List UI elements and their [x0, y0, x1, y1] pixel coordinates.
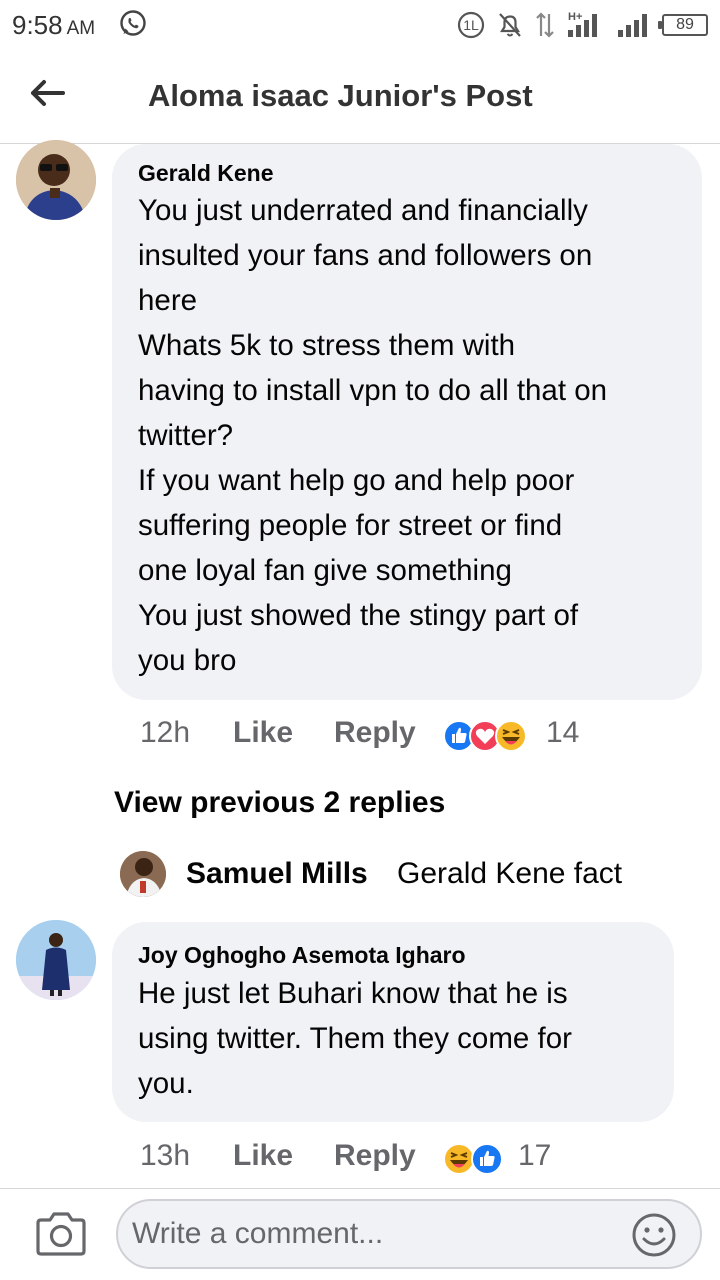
haha-reaction-icon [495, 720, 527, 752]
comment-text-line: insulted your fans and followers on [138, 239, 593, 272]
battery-indicator: 89 [658, 14, 708, 36]
data-arrows-icon [536, 12, 554, 38]
comment-text-line: You just showed the stingy part of [138, 599, 579, 632]
reaction-icons [443, 720, 527, 752]
avatar[interactable] [16, 140, 96, 220]
comment-text-line: He just let Buhari know that he is [138, 977, 568, 1010]
reply-author[interactable]: Samuel Mills [186, 857, 368, 891]
comment-text-line: If you want help go and help poor [138, 464, 575, 497]
comment-text-line: one loyal fan give something [138, 554, 512, 587]
reaction-count[interactable]: 17 [518, 1139, 551, 1173]
view-previous-replies[interactable]: View previous 2 replies [114, 786, 445, 820]
comment-text-line: here [138, 284, 198, 317]
mute-bell-icon [499, 13, 521, 37]
reply-avatar[interactable] [120, 851, 166, 897]
comment-text-line: you bro [138, 644, 237, 677]
like-reaction-icon [471, 1143, 503, 1175]
reply-button[interactable]: Reply [334, 716, 416, 750]
status-icons: 1L H+ 89 [456, 8, 708, 42]
comment-author[interactable]: Joy Oghogho Asemota Igharo [138, 942, 466, 969]
comment-text-line: Whats 5k to stress them with [138, 329, 516, 362]
signal-hplus-icon: H+ [568, 11, 597, 37]
comment-timestamp[interactable]: 12h [140, 716, 190, 750]
comment-text-line: You just underrated and financially [138, 194, 588, 227]
reaction-icons [443, 1143, 503, 1175]
reaction-summary[interactable] [442, 718, 534, 754]
svg-text:1L: 1L [463, 17, 479, 33]
reply-button[interactable]: Reply [334, 1139, 416, 1173]
status-ampm: AM [66, 18, 96, 39]
status-bar: 9:58 AM 1L H+ 89 [0, 0, 720, 52]
emoji-icon[interactable] [630, 1211, 678, 1259]
reply-avatar-photo [120, 851, 166, 897]
status-time-value: 9:58 [12, 10, 63, 40]
avatar[interactable] [16, 920, 96, 1000]
sim-icon: 1L [457, 11, 485, 39]
camera-icon[interactable] [34, 1211, 88, 1257]
reaction-summary[interactable] [442, 1141, 506, 1177]
like-button[interactable]: Like [233, 1139, 293, 1173]
like-button[interactable]: Like [233, 716, 293, 750]
comment-text-line: twitter? [138, 419, 234, 452]
comment-text-line: you. [138, 1067, 194, 1100]
page-title: Aloma isaac Junior's Post [148, 78, 533, 113]
back-button[interactable] [26, 72, 68, 114]
comment-author[interactable]: Gerald Kene [138, 160, 274, 187]
svg-text:H+: H+ [568, 11, 582, 23]
comment-text-line: having to install vpn to do all that on [138, 374, 608, 407]
back-arrow-icon [31, 80, 65, 106]
comment-text-line: suffering people for street or find [138, 509, 563, 542]
avatar-photo [16, 920, 96, 1000]
post-header: Aloma isaac Junior's Post [0, 52, 720, 144]
reply-text: Gerald Kene fact [397, 857, 623, 890]
whatsapp-icon [120, 10, 146, 36]
comment-timestamp[interactable]: 13h [140, 1139, 190, 1173]
comment-text-line: using twitter. Them they come for [138, 1022, 572, 1055]
comment-composer [0, 1188, 720, 1280]
avatar-photo [16, 140, 96, 220]
signal-icon [618, 14, 647, 37]
status-time: 9:58 AM [12, 10, 95, 41]
reaction-count[interactable]: 14 [546, 716, 579, 750]
comment-input[interactable] [116, 1199, 702, 1269]
haha-reaction-icon [443, 1143, 475, 1175]
